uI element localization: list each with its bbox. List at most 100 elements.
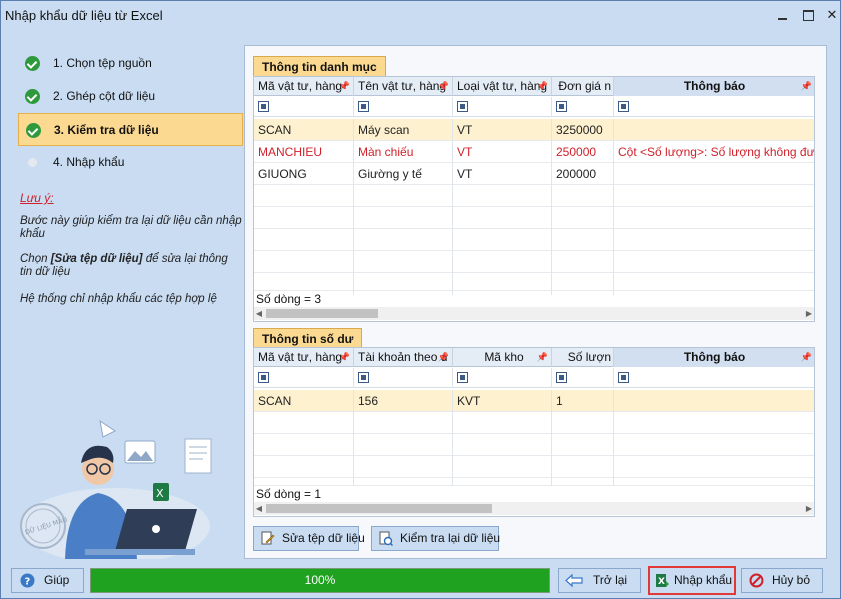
cell-name: Giường y tế [354,163,453,185]
pin-icon[interactable]: 📌 [801,348,812,367]
filter-icon[interactable] [358,372,369,383]
horizontal-scrollbar[interactable]: ◀ ▶ [254,502,814,515]
col-header[interactable]: Số lượn [552,348,614,367]
svg-text:?: ? [25,577,31,588]
filter-icon[interactable] [618,372,629,383]
col-header-label: Mã kho [484,350,524,364]
filter-cell[interactable] [552,97,614,117]
scroll-left-icon[interactable]: ◀ [254,307,264,320]
cancel-icon [749,573,764,588]
scroll-left-icon[interactable]: ◀ [254,502,264,515]
col-header[interactable]: Mã vật tư, hàng 📌 [254,348,354,367]
filter-icon[interactable] [556,372,567,383]
col-header[interactable]: Tài khoản theo d 📌 [354,348,453,367]
filter-icon[interactable] [556,101,567,112]
scroll-thumb[interactable] [266,309,378,318]
recheck-data-button[interactable]: Kiểm tra lại dữ liệu [371,526,500,551]
step-label: 1. Chọn tệp nguồn [53,56,152,70]
col-header-notice[interactable]: Thông báo 📌 [614,348,814,367]
cell-name: Màn chiếu [354,141,453,163]
col-header-label: Tài khoản theo d [358,350,448,364]
edit-data-file-button[interactable]: Sửa tệp dữ liệu [253,526,365,551]
check-circle-icon [26,123,41,138]
import-window: Nhập khẩu dữ liệu từ Excel ✕ 1. Chọn tệp… [0,0,841,599]
col-header[interactable]: Mã kho 📌 [453,348,552,367]
cell-notice [614,119,814,141]
maximize-icon[interactable] [799,7,817,23]
col-header[interactable]: Loại vật tư, hàng 📌 [453,77,552,96]
tab-catalog-info[interactable]: Thông tin danh mục [253,56,386,76]
check-file-icon [379,531,393,546]
col-header[interactable]: Đơn giá n [552,77,614,96]
filter-icon[interactable] [258,372,269,383]
catalog-grid-header: Mã vật tư, hàng 📌 Tên vật tư, hàng 📌 Loại … [254,77,814,96]
note-line-3: Hệ thống chỉ nhập khẩu các tệp hợp lệ [20,293,217,305]
cancel-button[interactable]: Hủy bỏ [741,568,823,593]
col-header-label: Thông báo [683,79,746,93]
table-row[interactable]: GIUONG Giường y tế VT 200000 [254,163,814,185]
filter-cell[interactable] [354,368,453,388]
import-button[interactable]: X Nhập khẩu [648,566,736,595]
note-title: Lưu ý: [20,191,54,205]
tab-balance-info[interactable]: Thông tin số dư [253,328,363,348]
table-row [254,456,814,478]
pin-icon[interactable]: 📌 [339,77,350,96]
filter-cell[interactable] [254,368,354,388]
pin-icon[interactable]: 📌 [801,77,812,96]
table-row [254,434,814,456]
scroll-right-icon[interactable]: ▶ [804,502,814,515]
title-bar: Nhập khẩu dữ liệu từ Excel ✕ [1,1,840,31]
col-header[interactable]: Tên vật tư, hàng 📌 [354,77,453,96]
pin-icon[interactable]: 📌 [537,77,548,96]
filter-cell[interactable] [614,97,814,117]
row-count: Số dòng = 1 [256,487,322,501]
help-icon: ? [20,573,35,588]
check-circle-icon [25,89,40,104]
table-row[interactable]: SCAN Máy scan VT 3250000 [254,119,814,141]
arrow-left-icon [565,573,583,588]
note-line-1: Bước này giúp kiểm tra lại dữ liệu cần n… [20,215,242,240]
cell-code: GIUONG [254,163,354,185]
cell-code: MANCHIEU [254,141,354,163]
pin-icon[interactable]: 📌 [537,348,548,367]
cell-notice [614,163,814,185]
table-row [254,412,814,434]
back-button[interactable]: Trở lại [558,568,641,593]
cell-notice [614,390,814,412]
table-row[interactable]: MANCHIEU Màn chiếu VT 250000 Cột <Số lượ… [254,141,814,163]
step-check-data: 3. Kiểm tra dữ liệu [18,113,243,146]
scroll-thumb[interactable] [266,504,492,513]
help-button[interactable]: ? Giúp [11,568,84,593]
table-row [254,273,814,295]
filter-icon[interactable] [457,101,468,112]
filter-icon[interactable] [618,101,629,112]
filter-cell[interactable] [552,368,614,388]
col-header[interactable]: Mã vật tư, hàng 📌 [254,77,354,96]
scroll-right-icon[interactable]: ▶ [804,307,814,320]
filter-cell[interactable] [453,368,552,388]
filter-cell[interactable] [354,97,453,117]
filter-cell[interactable] [453,97,552,117]
filter-icon[interactable] [358,101,369,112]
cell-price: 3250000 [552,119,614,141]
pin-icon[interactable]: 📌 [438,77,449,96]
pin-icon[interactable]: 📌 [339,348,350,367]
pin-icon[interactable]: 📌 [438,348,449,367]
cell-type: VT [453,163,552,185]
filter-cell[interactable] [254,97,354,117]
table-row[interactable]: SCAN 156 KVT 1 [254,390,814,412]
horizontal-scrollbar[interactable]: ◀ ▶ [254,307,814,320]
col-header-label: Mã vật tư, hàng [258,79,343,93]
minimize-icon[interactable] [774,7,792,23]
filter-cell[interactable] [614,368,814,388]
step-label: 2. Ghép cột dữ liệu [53,89,156,103]
filter-icon[interactable] [258,101,269,112]
filter-icon[interactable] [457,372,468,383]
wizard-steps: 1. Chọn tệp nguồn 2. Ghép cột dữ liệu 3.… [18,47,243,179]
close-icon[interactable]: ✕ [823,7,841,23]
step-label: 3. Kiểm tra dữ liệu [54,123,159,137]
table-row [254,251,814,273]
col-header-label: Mã vật tư, hàng [258,350,343,364]
col-header-notice[interactable]: Thông báo 📌 [614,77,814,96]
table-row [254,229,814,251]
